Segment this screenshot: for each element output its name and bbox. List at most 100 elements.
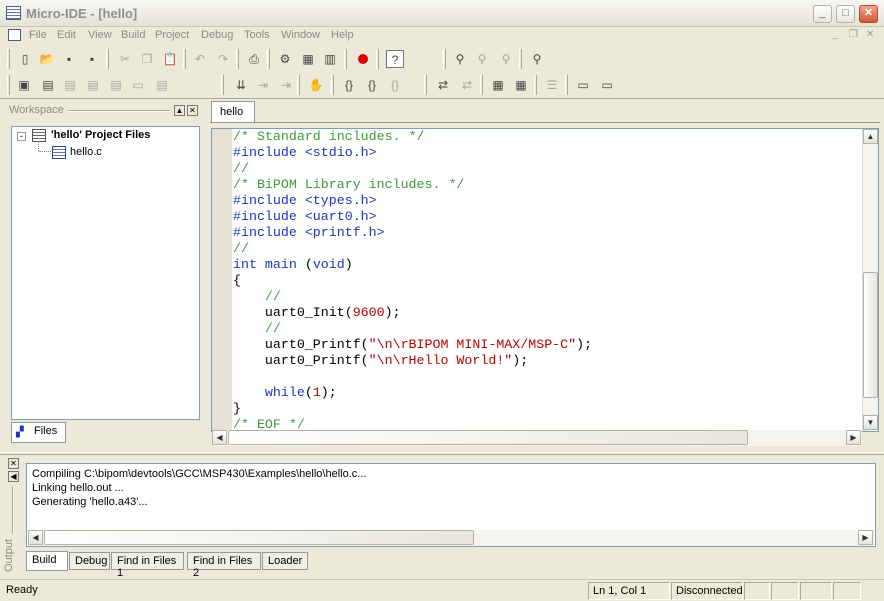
output-horizontal-scrollbar[interactable]: ◀ ▶ xyxy=(28,530,874,546)
code-token: } xyxy=(233,401,241,416)
vertical-scroll-thumb[interactable] xyxy=(863,272,878,398)
menu-help[interactable]: Help xyxy=(331,29,354,41)
output-maximize-icon[interactable]: ◀ xyxy=(8,471,19,482)
find-icon[interactable]: ⚲ xyxy=(451,50,469,68)
editor-horizontal-scrollbar[interactable]: ◀ ▶ xyxy=(212,430,862,446)
find-in-files-icon[interactable]: ⚲ xyxy=(528,50,546,68)
menu-file[interactable]: File xyxy=(29,29,47,41)
compile-icon[interactable]: ⚙ xyxy=(276,50,294,68)
registers-icon[interactable]: ▤ xyxy=(84,76,102,94)
help-icon[interactable]: ? xyxy=(386,50,404,68)
horizontal-scroll-thumb[interactable] xyxy=(228,430,748,445)
disassembly-icon[interactable]: ▤ xyxy=(153,76,171,94)
find-prev-icon[interactable]: ⚲ xyxy=(497,50,515,68)
menu-view[interactable]: View xyxy=(88,29,112,41)
output-tab-build[interactable]: Build xyxy=(26,551,68,571)
code-line: uart0_Init(9600); xyxy=(233,305,592,321)
rebuild-icon[interactable]: ▥ xyxy=(321,50,339,68)
status-text: Ready xyxy=(6,584,38,596)
workspace-toggle-icon[interactable]: ▣ xyxy=(15,76,33,94)
code-token: uart0_Init( xyxy=(233,305,353,320)
build-icon[interactable]: ▦ xyxy=(299,50,317,68)
output-scroll-right-icon[interactable]: ▶ xyxy=(858,530,873,545)
redo-icon[interactable]: ↷ xyxy=(214,50,232,68)
terminal-icon[interactable]: ▭ xyxy=(129,76,147,94)
connect-icon[interactable]: ⇄ xyxy=(434,76,452,94)
file-tree: - 'hello' Project Files hello.c xyxy=(11,126,200,420)
breakpoint-icon[interactable] xyxy=(354,50,372,68)
output-toggle-icon[interactable]: ▤ xyxy=(39,76,57,94)
screen-icon[interactable]: ▭ xyxy=(598,76,616,94)
collapse-icon[interactable]: - xyxy=(17,132,26,141)
output-tab-find-in-files-2[interactable]: Find in Files 2 xyxy=(187,552,261,579)
undo-icon[interactable]: ↶ xyxy=(191,50,209,68)
output-tab-find-in-files-1[interactable]: Find in Files 1 xyxy=(111,552,184,579)
step-into-icon[interactable]: ⇥ xyxy=(254,76,272,94)
save-icon[interactable]: ▪ xyxy=(60,50,78,68)
new-file-icon[interactable]: ▯ xyxy=(16,50,34,68)
status-pane-1 xyxy=(744,582,770,600)
mdi-minimize-button[interactable]: _ xyxy=(832,29,838,40)
scroll-right-icon[interactable]: ▶ xyxy=(846,430,861,445)
menu-project[interactable]: Project xyxy=(155,29,189,41)
memory-icon[interactable]: ▤ xyxy=(107,76,125,94)
paste-icon[interactable]: 📋 xyxy=(161,50,179,68)
project-node[interactable]: 'hello' Project Files xyxy=(51,129,150,141)
scroll-left-icon[interactable]: ◀ xyxy=(212,430,227,445)
app-icon xyxy=(6,6,21,20)
menu-debug[interactable]: Debug xyxy=(201,29,233,41)
step-over-icon[interactable]: ⇥ xyxy=(277,76,295,94)
run-to-cursor-icon[interactable]: {} xyxy=(340,76,358,94)
save-all-icon[interactable]: ▪ xyxy=(83,50,101,68)
debug-toolbar: ▣ ▤ ▤ ▤ ▤ ▭ ▤ ⇊ ⇥ ⇥ ✋{}{}{} ⇄ ⇄ ▦ ▦ ☰ ▭ ▭ xyxy=(0,72,884,98)
code-area[interactable]: /* Standard includes. */#include <stdio.… xyxy=(233,129,592,433)
cut-icon[interactable]: ✂ xyxy=(116,50,134,68)
code-token: 9600 xyxy=(352,305,385,320)
menu-edit[interactable]: Edit xyxy=(57,29,76,41)
copy-icon[interactable]: ❐ xyxy=(138,50,156,68)
menu-window[interactable]: Window xyxy=(281,29,320,41)
output-scroll-left-icon[interactable]: ◀ xyxy=(28,530,43,545)
workspace-close-icon[interactable]: ✕ xyxy=(187,105,198,116)
watch-icon[interactable]: ▤ xyxy=(61,76,79,94)
minimize-button[interactable]: _ xyxy=(813,5,832,23)
output-scroll-thumb[interactable] xyxy=(44,530,474,545)
mdi-close-button[interactable]: ✕ xyxy=(866,29,874,40)
go-icon[interactable]: {} xyxy=(386,76,404,94)
step-out-icon[interactable]: {} xyxy=(363,76,381,94)
settings-icon[interactable]: ☰ xyxy=(543,76,561,94)
code-line: int main (void) xyxy=(233,257,592,273)
code-token: ( xyxy=(304,257,313,272)
print-icon[interactable]: ⎙ xyxy=(245,50,263,68)
tab-hello[interactable]: hello xyxy=(211,101,255,122)
output-tab-debug[interactable]: Debug xyxy=(69,552,110,570)
menu-tools[interactable]: Tools xyxy=(244,29,270,41)
code-editor[interactable]: /* Standard includes. */#include <stdio.… xyxy=(211,128,879,432)
reset-icon[interactable]: ▦ xyxy=(512,76,530,94)
code-token: // xyxy=(233,289,281,304)
menu-bar: File Edit View Build Project Debug Tools Window… xyxy=(0,27,884,45)
stop-hand-icon[interactable]: ✋ xyxy=(307,76,325,94)
maximize-button[interactable]: □ xyxy=(836,5,855,23)
editor-vertical-scrollbar[interactable]: ▲ ▼ xyxy=(862,129,878,431)
close-button[interactable]: ✕ xyxy=(859,5,878,23)
download-icon[interactable]: ⇊ xyxy=(232,76,250,94)
menu-build[interactable]: Build xyxy=(121,29,145,41)
scroll-up-icon[interactable]: ▲ xyxy=(863,129,878,144)
mdi-restore-button[interactable]: ❐ xyxy=(849,29,858,40)
files-tab[interactable]: ▞ Files xyxy=(11,422,66,443)
output-tab-loader[interactable]: Loader xyxy=(262,552,308,570)
disconnect-icon[interactable]: ⇄ xyxy=(458,76,476,94)
code-token: ) xyxy=(344,257,353,272)
code-line: uart0_Printf("\n\rHello World!"); xyxy=(233,353,592,369)
code-line: // xyxy=(233,161,592,177)
scroll-down-icon[interactable]: ▼ xyxy=(863,415,878,430)
workspace-maximize-icon[interactable]: ▲ xyxy=(174,105,185,116)
monitor-icon[interactable]: ▭ xyxy=(574,76,592,94)
file-node-hello-c[interactable]: hello.c xyxy=(70,146,102,158)
find-next-icon[interactable]: ⚲ xyxy=(473,50,491,68)
output-close-icon[interactable]: ✕ xyxy=(8,458,19,469)
code-line: #include <types.h> xyxy=(233,193,592,209)
board-icon[interactable]: ▦ xyxy=(489,76,507,94)
open-folder-icon[interactable]: 📂 xyxy=(38,50,56,68)
